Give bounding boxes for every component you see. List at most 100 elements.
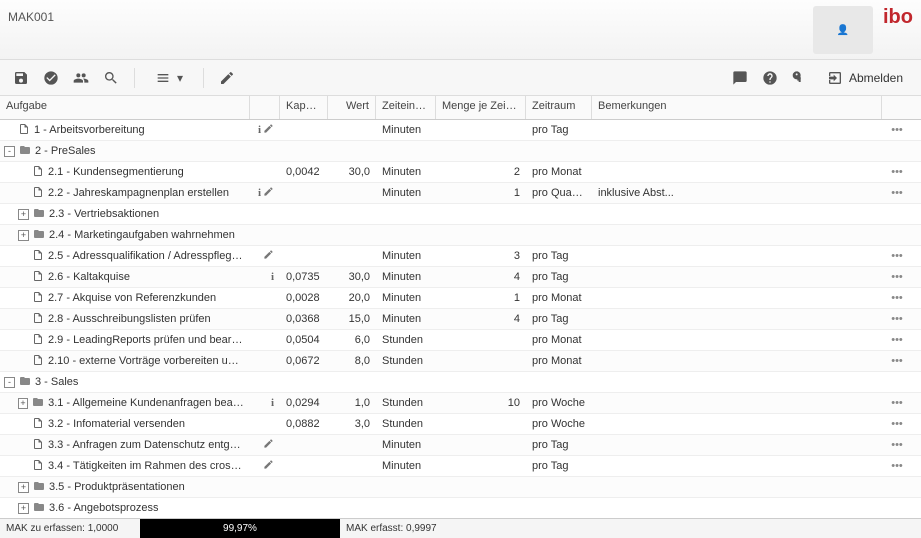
col-kap[interactable]: Kapazität <box>280 96 328 119</box>
help-button[interactable] <box>757 65 783 91</box>
table-row[interactable]: 2.2 - Jahreskampagnenplan erstelleniMinu… <box>0 183 921 204</box>
table-row[interactable]: +2.3 - Vertriebsaktionen <box>0 204 921 225</box>
row-menu[interactable]: ••• <box>882 313 912 325</box>
table-row[interactable]: 1 - ArbeitsvorbereitungiMinutenpro Tag••… <box>0 120 921 141</box>
edit-icon[interactable] <box>263 249 274 263</box>
toggle-icon[interactable]: + <box>18 482 29 493</box>
table-row[interactable]: 2.9 - LeadingReports prüfen und bearbeit… <box>0 330 921 351</box>
table-row[interactable]: 3.2 - Infomaterial versenden0,08823,0Stu… <box>0 414 921 435</box>
info-icon[interactable]: i <box>258 124 261 136</box>
toggle-icon[interactable]: + <box>18 209 29 220</box>
table-row[interactable]: +3.5 - Produktpräsentationen <box>0 477 921 498</box>
table-row[interactable]: 2.7 - Akquise von Referenzkunden0,002820… <box>0 288 921 309</box>
list-dropdown[interactable]: ▾ <box>145 65 193 91</box>
edit-icon[interactable] <box>263 459 274 473</box>
table-row[interactable]: 3.3 - Anfragen zum Datenschutz entgegenn… <box>0 435 921 456</box>
task-cell[interactable]: 2.6 - Kaltakquise <box>0 270 250 285</box>
info-icon[interactable]: i <box>258 187 261 199</box>
col-zr[interactable]: Zeitraum <box>526 96 592 119</box>
toggle-icon[interactable]: - <box>4 377 15 388</box>
edit-icon[interactable] <box>263 123 274 137</box>
table-row[interactable]: 2.1 - Kundensegmentierung0,004230,0Minut… <box>0 162 921 183</box>
table-row[interactable]: +2.4 - Marketingaufgaben wahrnehmen <box>0 225 921 246</box>
table-row[interactable]: +3.6 - Angebotsprozess <box>0 498 921 516</box>
info-icon[interactable]: i <box>271 397 274 409</box>
wert-cell: 15,0 <box>328 313 376 325</box>
row-menu[interactable]: ••• <box>882 271 912 283</box>
edit-button[interactable] <box>214 65 240 91</box>
table-row[interactable]: +3.1 - Allgemeine Kundenanfragen bearbei… <box>0 393 921 414</box>
task-cell[interactable]: 2.7 - Akquise von Referenzkunden <box>0 291 250 306</box>
row-menu[interactable]: ••• <box>882 460 912 472</box>
edit-icon[interactable] <box>263 438 274 452</box>
edit-icon[interactable] <box>263 186 274 200</box>
table-row[interactable]: 2.5 - Adressqualifikation / Adresspflege… <box>0 246 921 267</box>
document-icon <box>32 291 44 306</box>
task-cell[interactable]: 2.9 - LeadingReports prüfen und bearbeit… <box>0 333 250 348</box>
col-ze[interactable]: Zeiteinheit <box>376 96 436 119</box>
row-menu[interactable]: ••• <box>882 187 912 199</box>
task-cell[interactable]: 3.2 - Infomaterial versenden <box>0 417 250 432</box>
task-cell[interactable]: 2.10 - externe Vorträge vorbereiten und … <box>0 354 250 369</box>
table-row[interactable]: -3 - Sales <box>0 372 921 393</box>
toggle-icon[interactable]: - <box>4 146 15 157</box>
toggle-icon[interactable]: + <box>18 398 28 409</box>
task-cell[interactable]: +3.1 - Allgemeine Kundenanfragen bearbei… <box>0 396 250 411</box>
approve-button[interactable] <box>38 65 64 91</box>
logout-button[interactable]: Abmelden <box>817 65 913 91</box>
col-bem[interactable]: Bemerkungen <box>592 96 882 119</box>
info-icon[interactable]: i <box>271 271 274 283</box>
search-button[interactable] <box>98 65 124 91</box>
row-menu[interactable]: ••• <box>882 166 912 178</box>
table-row[interactable]: 2.6 - Kaltakquisei0,073530,0Minuten4pro … <box>0 267 921 288</box>
task-cell[interactable]: 2.2 - Jahreskampagnenplan erstellen <box>0 186 250 201</box>
row-menu[interactable]: ••• <box>882 397 912 409</box>
table-body[interactable]: 1 - Arbeitsvorbereitung i Minuten pro Tag ••… <box>0 120 921 516</box>
task-cell[interactable]: 3.3 - Anfragen zum Datenschutz entgegenn… <box>0 438 250 453</box>
task-cell[interactable]: 2.5 - Adressqualifikation / Adresspflege… <box>0 249 250 264</box>
task-cell[interactable]: 2.8 - Ausschreibungslisten prüfen <box>0 312 250 327</box>
task-cell[interactable]: 3.4 - Tätigkeiten im Rahmen des cross-se… <box>0 459 250 474</box>
row-menu[interactable]: ••• <box>882 292 912 304</box>
row-menu[interactable]: ••• <box>882 355 912 367</box>
task-cell[interactable]: +3.5 - Produktpräsentationen <box>0 480 250 495</box>
task-label: 2.8 - Ausschreibungslisten prüfen <box>48 313 211 325</box>
task-cell[interactable]: 2.1 - Kundensegmentierung <box>0 165 250 180</box>
task-cell[interactable]: +2.3 - Vertriebsaktionen <box>0 207 250 222</box>
col-task[interactable]: Aufgabe <box>0 96 250 119</box>
document-icon <box>32 417 44 432</box>
task-label: 2.1 - Kundensegmentierung <box>48 166 184 178</box>
col-menge[interactable]: Menge je Zeitra... <box>436 96 526 119</box>
zr-cell: pro Tag <box>526 124 592 136</box>
wert-cell: 6,0 <box>328 334 376 346</box>
task-cell[interactable]: 1 - Arbeitsvorbereitung <box>0 123 250 138</box>
logout-label: Abmelden <box>849 71 903 85</box>
zr-cell: pro Tag <box>526 439 592 451</box>
task-cell[interactable]: -2 - PreSales <box>0 144 250 159</box>
row-menu[interactable]: ••• <box>882 334 912 346</box>
task-cell[interactable]: -3 - Sales <box>0 375 250 390</box>
col-wert[interactable]: Wert <box>328 96 376 119</box>
task-cell[interactable]: +2.4 - Marketingaufgaben wahrnehmen <box>0 228 250 243</box>
save-button[interactable] <box>8 65 34 91</box>
chat-button[interactable] <box>727 65 753 91</box>
document-icon <box>32 312 44 327</box>
folder-icon <box>33 501 45 516</box>
table-row[interactable]: 2.8 - Ausschreibungslisten prüfen0,03681… <box>0 309 921 330</box>
users-button[interactable] <box>68 65 94 91</box>
row-menu[interactable]: ••• <box>882 418 912 430</box>
toggle-icon[interactable]: + <box>18 503 29 514</box>
status-percent: 99,97% <box>223 523 257 534</box>
row-menu[interactable]: ••• <box>882 124 912 136</box>
table-row[interactable]: 2.10 - externe Vorträge vorbereiten und … <box>0 351 921 372</box>
key-button[interactable] <box>787 65 813 91</box>
col-info <box>250 96 280 119</box>
ze-cell: Minuten <box>376 271 436 283</box>
row-menu[interactable]: ••• <box>882 250 912 262</box>
row-menu[interactable]: ••• <box>882 439 912 451</box>
toggle-icon[interactable]: + <box>18 230 29 241</box>
table-row[interactable]: -2 - PreSales <box>0 141 921 162</box>
table-row[interactable]: 3.4 - Tätigkeiten im Rahmen des cross-se… <box>0 456 921 477</box>
kap-cell: 0,0504 <box>280 334 328 346</box>
task-cell[interactable]: +3.6 - Angebotsprozess <box>0 501 250 516</box>
